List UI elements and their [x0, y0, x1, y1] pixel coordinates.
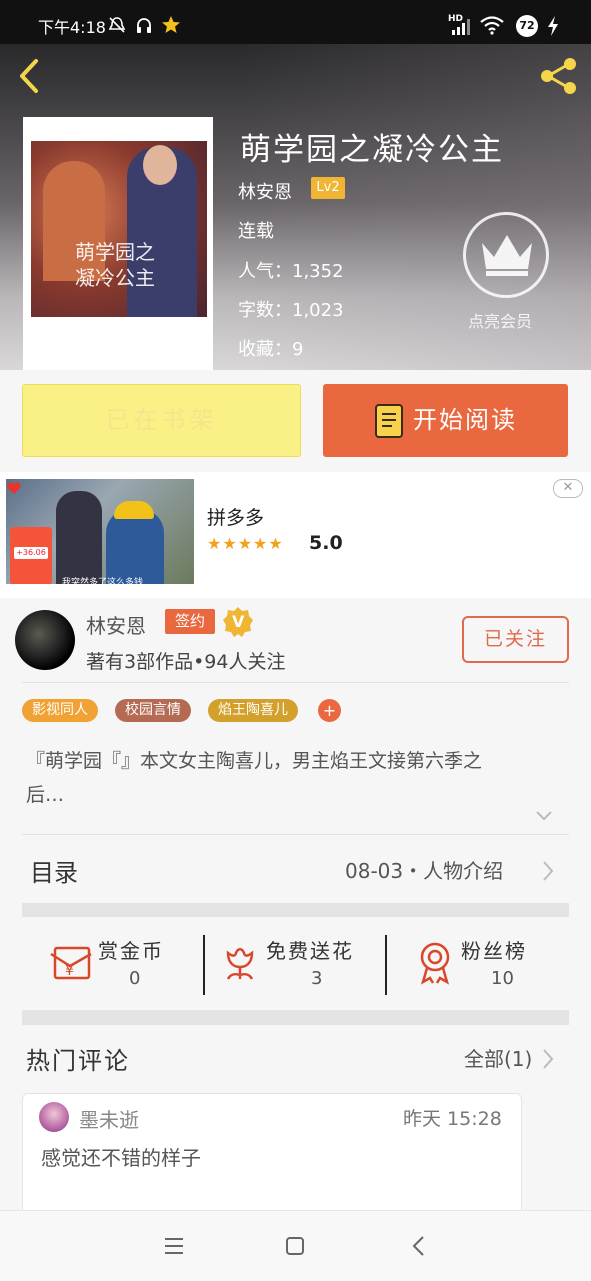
cover-title-text: 萌学园之 凝冷公主: [75, 239, 155, 291]
signed-badge: 签约: [165, 609, 215, 634]
comment-text: 感觉还不错的样子: [41, 1146, 201, 1170]
reward-fans-label[interactable]: 粉丝榜: [461, 935, 527, 964]
comment-avatar[interactable]: [39, 1102, 69, 1132]
tag-2[interactable]: 焰王陶喜儿: [208, 699, 298, 722]
vip-label[interactable]: 点亮会员: [468, 308, 532, 332]
cover-image: 萌学园之 凝冷公主: [31, 141, 207, 317]
battery-icon: 72: [516, 15, 538, 37]
signal-icon: [452, 19, 470, 35]
in-shelf-button[interactable]: 已在书架: [22, 384, 301, 457]
ad-image[interactable]: +36.06 我突然多了这么多钱: [6, 479, 194, 584]
favorites-count: 收藏：9: [238, 339, 304, 360]
ad-phone: +36.06: [10, 527, 52, 584]
reward-fans-value: 10: [491, 968, 514, 989]
flower-icon[interactable]: [222, 943, 258, 983]
section-band: [22, 903, 569, 917]
toc-latest-chapter[interactable]: 08-03・人物介绍: [345, 855, 503, 884]
system-nav-bar: [0, 1210, 591, 1281]
ad-figure-right: [106, 509, 164, 584]
ad-figure-left: [56, 491, 102, 584]
ad-hardhat: [114, 501, 154, 519]
serial-status: 连载: [238, 221, 274, 242]
ad-rating: 5.0: [309, 532, 343, 554]
charging-icon: [548, 16, 558, 36]
vip-badge[interactable]: [463, 212, 549, 298]
chevron-down-icon[interactable]: [536, 808, 552, 824]
menu-icon[interactable]: [163, 1236, 185, 1256]
author-stats: 著有3部作品•94人关注: [86, 651, 286, 673]
ad-heart-icon: [7, 482, 21, 494]
home-icon[interactable]: [285, 1236, 305, 1256]
reward-coins-value: 0: [129, 968, 141, 989]
comment-card[interactable]: 墨未逝 昨天 15:28 感觉还不错的样子: [22, 1093, 522, 1223]
chevron-right-icon[interactable]: [541, 1048, 555, 1070]
add-tag-button[interactable]: +: [318, 699, 341, 722]
reward-coins-label[interactable]: 赏金币: [98, 935, 164, 964]
status-bar: 下午4:18 HD 72: [0, 0, 591, 44]
vertical-divider: [385, 935, 387, 995]
book-description[interactable]: 『萌学园『』本文女主陶喜儿，男主焰王文接第六季之后…: [26, 744, 486, 812]
book-icon: [375, 404, 403, 438]
comment-user[interactable]: 墨未逝: [79, 1104, 139, 1133]
ad-banner[interactable]: +36.06 我突然多了这么多钱 拼多多 ★★★★★ 5.0 ✕: [0, 472, 591, 598]
all-comments-link[interactable]: 全部(1): [464, 1043, 532, 1072]
red-envelope-icon[interactable]: ¥: [50, 944, 92, 982]
chevron-right-icon[interactable]: [541, 860, 555, 882]
star-icon: [162, 16, 180, 33]
medal-icon[interactable]: [417, 941, 453, 985]
back-icon[interactable]: [16, 58, 42, 94]
cover-face: [143, 145, 177, 185]
ad-app-name[interactable]: 拼多多: [207, 503, 264, 530]
wifi-icon: [480, 16, 504, 35]
cover-text-line2: 凝冷公主: [75, 266, 155, 290]
author-name-header[interactable]: 林安恩: [238, 178, 292, 204]
section-band: [22, 1010, 569, 1025]
back-nav-icon[interactable]: [410, 1235, 426, 1257]
author-name[interactable]: 林安恩: [86, 610, 146, 639]
author-avatar[interactable]: [15, 610, 75, 670]
hot-comments-title: 热门评论: [26, 1047, 130, 1075]
cover-text-line1: 萌学园之: [75, 240, 155, 264]
book-cover[interactable]: 萌学园之 凝冷公主: [23, 117, 213, 370]
start-reading-label: 开始阅读: [413, 406, 517, 434]
ad-close-button[interactable]: ✕: [553, 479, 583, 498]
reward-flowers-label[interactable]: 免费送花: [266, 935, 354, 964]
start-reading-button[interactable]: 开始阅读: [323, 384, 568, 457]
follow-button[interactable]: 已关注: [462, 616, 569, 663]
tag-1[interactable]: 校园言情: [115, 699, 191, 722]
verified-letter: V: [232, 612, 245, 631]
level-badge: Lv2: [311, 177, 345, 199]
divider: [22, 834, 569, 835]
status-time: 下午4:18: [38, 18, 106, 37]
tag-0[interactable]: 影视同人: [22, 699, 98, 722]
comment-time: 昨天 15:28: [403, 1108, 502, 1130]
word-count: 字数：1,023: [238, 300, 344, 321]
toc-label[interactable]: 目录: [30, 853, 78, 888]
ad-stars: ★★★★★: [207, 534, 284, 553]
popularity: 人气：1,352: [238, 261, 344, 282]
crown-icon: [482, 235, 532, 276]
divider: [22, 682, 569, 683]
share-icon[interactable]: [538, 55, 580, 97]
vertical-divider: [203, 935, 205, 995]
book-title: 萌学园之凝冷公主: [240, 132, 504, 168]
verified-badge: V: [222, 606, 254, 638]
headphones-icon: [137, 18, 151, 33]
svg-text:¥: ¥: [65, 963, 74, 979]
ad-caption: 我突然多了这么多钱: [62, 578, 144, 584]
ad-phone-amount: +36.06: [14, 547, 48, 559]
reward-flowers-value: 3: [311, 968, 323, 989]
mute-icon: [108, 17, 126, 33]
